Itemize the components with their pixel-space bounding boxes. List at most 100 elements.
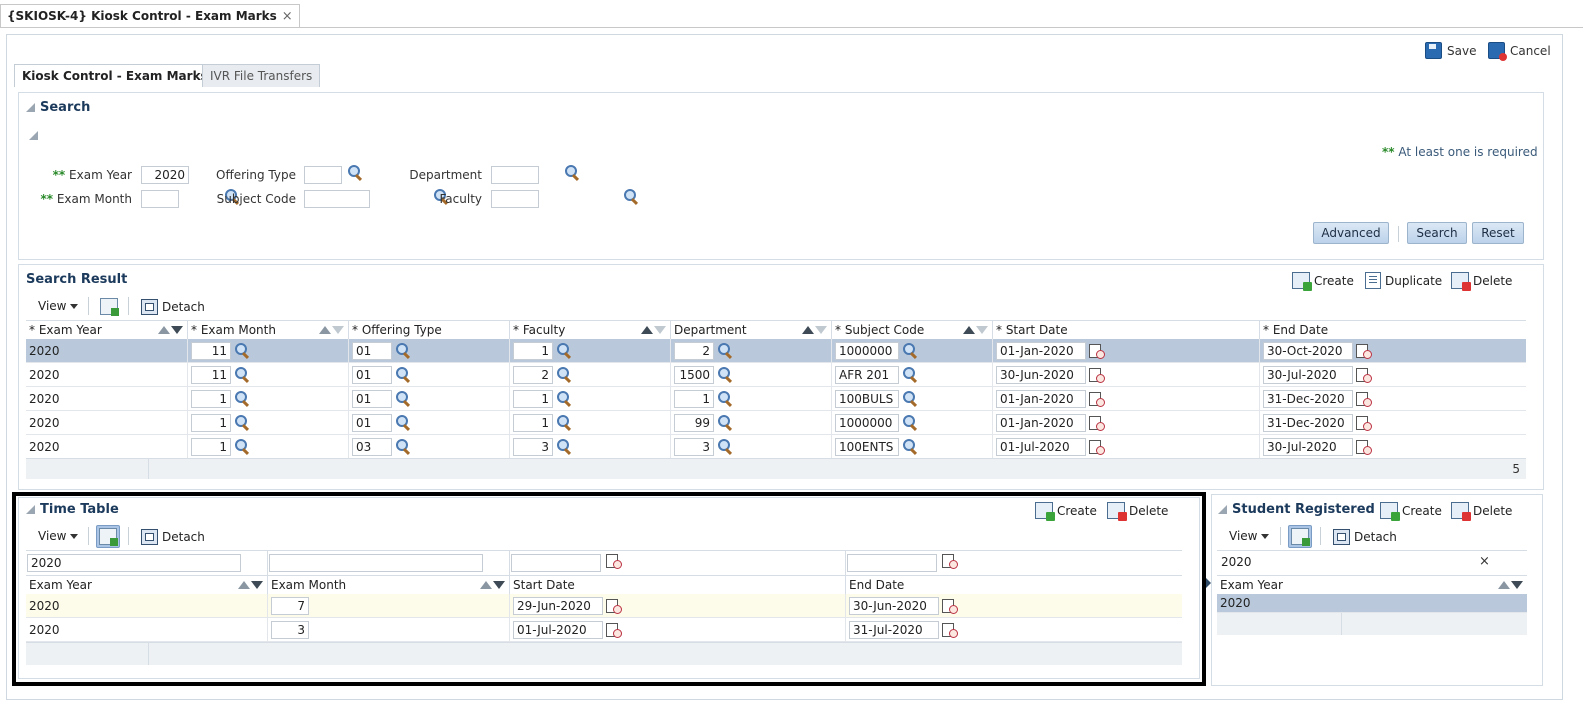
create-button[interactable]: Create bbox=[1292, 272, 1354, 291]
time-table-header[interactable]: Time Table bbox=[26, 502, 119, 517]
cell-input[interactable]: 1 bbox=[191, 389, 231, 408]
search-icon[interactable] bbox=[234, 342, 250, 359]
col-start-date[interactable]: Start Date bbox=[509, 576, 845, 594]
department-input[interactable] bbox=[491, 166, 539, 184]
col-end-date[interactable]: * End Date bbox=[1259, 321, 1526, 339]
cell-input[interactable]: 01-Jan-2020 bbox=[996, 389, 1086, 408]
save-button[interactable]: Save bbox=[1425, 42, 1476, 59]
time-table-query-by-example-button[interactable] bbox=[96, 525, 120, 548]
calendar-icon[interactable] bbox=[1356, 439, 1372, 455]
search-icon[interactable] bbox=[395, 438, 411, 455]
cell-input[interactable]: 01-Jul-2020 bbox=[513, 620, 603, 639]
table-row[interactable]: 2020 11 01 1 2 1000000 01-Jan-2020 30-Oct-2020 bbox=[26, 339, 1526, 363]
detach-button[interactable]: Detach bbox=[141, 299, 205, 315]
search-icon[interactable] bbox=[717, 390, 733, 407]
sort-icon[interactable] bbox=[1498, 581, 1523, 589]
cell-input[interactable]: 1 bbox=[674, 389, 714, 408]
search-icon[interactable] bbox=[902, 438, 918, 455]
time-table-detach-button[interactable]: Detach bbox=[141, 529, 205, 545]
exam-year-filter-input[interactable]: 2020 bbox=[1218, 554, 1493, 572]
faculty-search-icon[interactable] bbox=[623, 189, 639, 205]
search-icon[interactable] bbox=[902, 390, 918, 407]
exam-year-input[interactable]: 2020 bbox=[141, 166, 189, 184]
document-tab[interactable]: {SKIOSK-4} Kiosk Control - Exam Marks × bbox=[0, 4, 300, 27]
student-registered-delete-button[interactable]: Delete bbox=[1451, 502, 1512, 521]
cell-input[interactable]: 30-Jul-2020 bbox=[1263, 365, 1353, 384]
reset-button[interactable]: Reset bbox=[1472, 222, 1524, 244]
search-icon[interactable] bbox=[556, 342, 572, 359]
advanced-button[interactable]: Advanced bbox=[1313, 222, 1389, 244]
delete-button[interactable]: Delete bbox=[1451, 272, 1512, 291]
clear-icon[interactable]: × bbox=[1479, 554, 1490, 569]
calendar-icon[interactable] bbox=[1356, 415, 1372, 431]
col-exam-year[interactable]: Exam Year bbox=[1217, 576, 1527, 594]
start-date-filter-input[interactable] bbox=[511, 554, 601, 572]
cell-input[interactable]: 01-Jan-2020 bbox=[996, 341, 1086, 360]
cell-input[interactable]: 1 bbox=[513, 389, 553, 408]
sort-icon[interactable] bbox=[319, 326, 344, 334]
col-exam-month[interactable]: Exam Month bbox=[267, 576, 509, 594]
cell-input[interactable]: 01 bbox=[352, 389, 392, 408]
cell-input[interactable]: 01 bbox=[352, 365, 392, 384]
cell-input[interactable]: 30-Oct-2020 bbox=[1263, 341, 1353, 360]
col-end-date[interactable]: End Date bbox=[845, 576, 1182, 594]
calendar-icon[interactable] bbox=[1089, 343, 1105, 359]
cell-input[interactable]: 1 bbox=[513, 341, 553, 360]
student-registered-create-button[interactable]: Create bbox=[1380, 502, 1442, 521]
col-exam-year[interactable]: * Exam Year bbox=[26, 321, 187, 339]
cell-input[interactable]: 100ENTS bbox=[835, 437, 899, 456]
sort-icon[interactable] bbox=[802, 326, 827, 334]
cell-input[interactable]: 01 bbox=[352, 341, 392, 360]
calendar-icon[interactable] bbox=[942, 553, 958, 569]
col-start-date[interactable]: * Start Date bbox=[992, 321, 1259, 339]
search-icon[interactable] bbox=[395, 366, 411, 383]
search-icon[interactable] bbox=[556, 390, 572, 407]
cell-input[interactable]: 01-Jan-2020 bbox=[996, 413, 1086, 432]
calendar-icon[interactable] bbox=[1356, 367, 1372, 383]
col-faculty[interactable]: * Faculty bbox=[509, 321, 670, 339]
duplicate-button[interactable]: Duplicate bbox=[1365, 272, 1442, 289]
cell-input[interactable]: 1 bbox=[513, 413, 553, 432]
cell-input[interactable]: 3 bbox=[674, 437, 714, 456]
sort-icon[interactable] bbox=[480, 581, 505, 589]
search-icon[interactable] bbox=[395, 342, 411, 359]
col-offering-type[interactable]: * Offering Type bbox=[348, 321, 509, 339]
close-icon[interactable]: × bbox=[282, 9, 293, 24]
cell-input[interactable]: 11 bbox=[191, 365, 231, 384]
sort-icon[interactable] bbox=[238, 581, 263, 589]
cell-input[interactable]: 31-Jul-2020 bbox=[849, 620, 939, 639]
table-row[interactable]: 2020 bbox=[1217, 594, 1527, 613]
query-by-example-button[interactable] bbox=[100, 298, 119, 318]
student-registered-detach-button[interactable]: Detach bbox=[1333, 529, 1397, 545]
department-search-icon[interactable] bbox=[564, 165, 580, 181]
cell-input[interactable]: 31-Dec-2020 bbox=[1263, 413, 1353, 432]
search-icon[interactable] bbox=[395, 414, 411, 431]
cell-input[interactable]: 29-Jun-2020 bbox=[513, 596, 603, 615]
cell-input[interactable]: 1000000 bbox=[835, 341, 899, 360]
search-icon[interactable] bbox=[556, 366, 572, 383]
cell-input[interactable]: 100BULS bbox=[835, 389, 899, 408]
cell-input[interactable]: 2 bbox=[674, 341, 714, 360]
cell-input[interactable]: 7 bbox=[271, 596, 309, 615]
search-header[interactable]: Search bbox=[26, 100, 90, 115]
search-icon[interactable] bbox=[717, 414, 733, 431]
search-icon[interactable] bbox=[717, 366, 733, 383]
table-row[interactable]: 2020 11 01 2 1500 AFR 201 30-Jun-2020 30-Jul-20… bbox=[26, 363, 1526, 387]
cell-input[interactable]: 3 bbox=[513, 437, 553, 456]
table-row[interactable]: 2020 1 01 1 99 1000000 01-Jan-2020 31-Dec-2020 bbox=[26, 411, 1526, 435]
student-registered-query-by-example-button[interactable] bbox=[1288, 525, 1312, 548]
search-icon[interactable] bbox=[234, 390, 250, 407]
tab-kiosk-control-exam-marks[interactable]: Kiosk Control - Exam Marks bbox=[14, 64, 216, 87]
calendar-icon[interactable] bbox=[1089, 367, 1105, 383]
faculty-input[interactable] bbox=[491, 190, 539, 208]
cancel-button[interactable]: Cancel bbox=[1488, 42, 1551, 61]
cell-input[interactable]: 1 bbox=[191, 437, 231, 456]
cell-input[interactable]: 31-Dec-2020 bbox=[1263, 389, 1353, 408]
table-row[interactable]: 2020 3 01-Jul-2020 31-Jul-2020 bbox=[26, 618, 1182, 642]
cell-input[interactable]: 11 bbox=[191, 341, 231, 360]
calendar-icon[interactable] bbox=[1089, 391, 1105, 407]
table-row[interactable]: 2020 1 03 3 3 100ENTS 01-Jul-2020 30-Jul-2020 bbox=[26, 435, 1526, 459]
calendar-icon[interactable] bbox=[1089, 415, 1105, 431]
calendar-icon[interactable] bbox=[942, 598, 958, 614]
calendar-icon[interactable] bbox=[606, 598, 622, 614]
